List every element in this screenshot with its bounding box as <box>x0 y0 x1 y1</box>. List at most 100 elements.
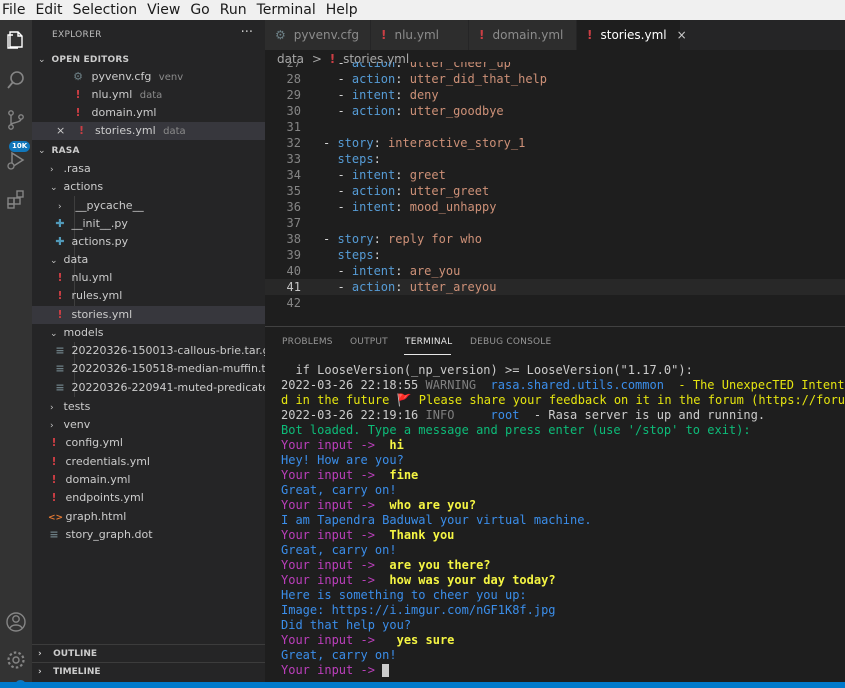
gear-icon[interactable] <box>4 648 28 672</box>
code-colon: : <box>373 232 381 246</box>
line-number: 34 <box>286 168 301 182</box>
open-editor-item-active[interactable]: × ! stories.yml data <box>32 122 265 140</box>
user-input-line: Your input -> fine <box>281 468 845 483</box>
tree-file[interactable]: ! credentials.yml <box>32 453 265 471</box>
open-editors-header[interactable]: ⌄ OPEN EDITORS <box>32 50 265 68</box>
tree-folder[interactable]: › __pycache__ <box>32 197 265 215</box>
tab-stories-yml[interactable]: ! stories.yml × <box>577 20 687 50</box>
open-editor-item[interactable]: ⚙ pyvenv.cfg venv <box>32 68 265 86</box>
open-editor-item[interactable]: ! nlu.yml data <box>32 86 265 104</box>
run-debug-icon[interactable] <box>4 148 28 172</box>
account-icon[interactable] <box>4 610 28 634</box>
user-input-line: Your input -> how was your day today? <box>281 573 845 588</box>
tree-folder[interactable]: › venv <box>32 416 265 434</box>
line-number: 35 <box>286 184 301 198</box>
tree-file[interactable]: ! endpoints.yml <box>32 489 265 507</box>
bot-message: Great, carry on! <box>281 483 397 497</box>
project-header[interactable]: ⌄ RASA <box>32 141 265 159</box>
code-value: utter_cheer_up <box>409 62 511 70</box>
menu-edit[interactable]: Edit <box>30 0 67 20</box>
tree-file[interactable]: <> graph.html <box>32 508 265 526</box>
menu-view[interactable]: View <box>142 0 185 20</box>
code-line: 31 <box>265 119 845 135</box>
explorer-sidebar: EXPLORER ··· ⌄ OPEN EDITORS ⚙ pyvenv.cfg… <box>32 20 265 682</box>
more-actions-button[interactable]: ··· <box>241 25 253 40</box>
terminal-line: d in the future 🚩 Please share your feed… <box>281 393 845 408</box>
menu-terminal[interactable]: Terminal <box>252 0 321 20</box>
log-message: Please share your feedback on it in the … <box>411 393 845 407</box>
tree-folder[interactable]: ⌄ actions <box>32 178 265 196</box>
outline-section[interactable]: › OUTLINE <box>32 644 265 662</box>
tree-file[interactable]: ! config.yml <box>32 434 265 452</box>
tab-domain-yml[interactable]: ! domain.yml <box>469 20 577 50</box>
tab-nlu-yml[interactable]: ! nlu.yml <box>371 20 469 50</box>
menu-selection[interactable]: Selection <box>68 0 143 20</box>
code-key: action <box>351 104 396 118</box>
tab-output[interactable]: OUTPUT <box>350 337 388 347</box>
code-value: utter_greet <box>409 184 490 198</box>
timeline-section[interactable]: › TIMELINE <box>32 662 265 680</box>
close-icon[interactable]: × <box>56 122 72 140</box>
code-line: 30 - action: utter_goodbye <box>265 103 845 119</box>
terminal-output[interactable]: if LooseVersion(_np_version) >= LooseVer… <box>281 363 845 683</box>
explorer-icon[interactable] <box>4 28 28 52</box>
tree-file[interactable]: ≡ 20220326-150518-median-muffin.tar... <box>32 360 265 378</box>
bot-message: Great, carry on! <box>281 543 397 557</box>
tree-file[interactable]: ✚ actions.py <box>32 233 265 251</box>
tree-file-selected[interactable]: ! stories.yml <box>32 306 265 324</box>
tree-file[interactable]: ! rules.yml <box>32 287 265 305</box>
line-number: 32 <box>286 136 301 150</box>
close-icon[interactable]: × <box>677 28 687 42</box>
tab-pyvenv-cfg[interactable]: ⚙ pyvenv.cfg <box>265 20 371 50</box>
settings-file-icon: ⚙ <box>275 28 286 42</box>
bot-response-line: Here is something to cheer you up: <box>281 588 845 603</box>
tree-file[interactable]: ≡ 20220326-150013-callous-brie.tar.gz <box>32 342 265 360</box>
menu-go[interactable]: Go <box>185 0 214 20</box>
tree-label: endpoints.yml <box>65 491 144 504</box>
open-editor-item[interactable]: ! domain.yml <box>32 104 265 122</box>
code-value: interactive_story_1 <box>388 136 526 150</box>
tree-folder[interactable]: ⌄ models <box>32 324 265 342</box>
code-key: intent <box>351 88 396 102</box>
tree-folder[interactable]: › .rasa <box>32 160 265 178</box>
code-dash: - <box>337 280 352 294</box>
tree-file[interactable]: ! domain.yml <box>32 471 265 489</box>
log-level: WARNING <box>425 378 477 392</box>
archive-file-icon: ≡ <box>55 381 65 394</box>
source-control-icon[interactable] <box>4 108 28 132</box>
bot-response-line: Great, carry on! <box>281 483 845 498</box>
input-prompt: Your input -> <box>281 438 375 452</box>
tab-label: pyvenv.cfg <box>293 28 359 42</box>
tree-file[interactable]: ! nlu.yml <box>32 269 265 287</box>
extensions-icon[interactable] <box>4 188 28 212</box>
menu-run[interactable]: Run <box>215 0 252 20</box>
code-key: action <box>351 184 396 198</box>
tab-label: stories.yml <box>600 28 667 42</box>
terminal-prompt-line[interactable]: Your input -> <box>281 663 845 678</box>
tree-file[interactable]: ✚ __init__.py <box>32 215 265 233</box>
yaml-file-icon: ! <box>51 491 57 504</box>
code-line: 40 - intent: are_you <box>265 263 845 279</box>
tab-debug-console[interactable]: DEBUG CONSOLE <box>470 337 551 347</box>
tree-file[interactable]: ≡ story_graph.dot <box>32 526 265 544</box>
tree-file[interactable]: ≡ 20220326-220941-muted-predicate.t... <box>32 379 265 397</box>
open-editor-name: domain.yml <box>91 106 157 119</box>
code-colon: : <box>373 248 381 262</box>
tree-folder[interactable]: ⌄ data <box>32 251 265 269</box>
menu-help[interactable]: Help <box>321 0 363 20</box>
user-message: yes sure <box>389 633 455 647</box>
terminal-line: if LooseVersion(_np_version) >= LooseVer… <box>281 363 693 377</box>
tab-terminal[interactable]: TERMINAL <box>405 337 452 347</box>
code-line: 35 - action: utter_greet <box>265 183 845 199</box>
log-module: rasa.shared.utils.common <box>490 378 664 392</box>
code-dash: - <box>337 200 352 214</box>
tree-folder[interactable]: › tests <box>32 398 265 416</box>
tab-problems[interactable]: PROBLEMS <box>282 337 333 347</box>
open-editor-name: stories.yml <box>95 124 156 137</box>
menu-file[interactable]: File <box>0 0 30 20</box>
code-editor[interactable]: 27 - action: utter_cheer_up 28 - action: … <box>265 62 845 322</box>
tree-label: 20220326-150518-median-muffin.tar... <box>71 362 266 375</box>
yaml-file-icon: ! <box>587 28 593 42</box>
search-icon[interactable] <box>4 68 28 92</box>
